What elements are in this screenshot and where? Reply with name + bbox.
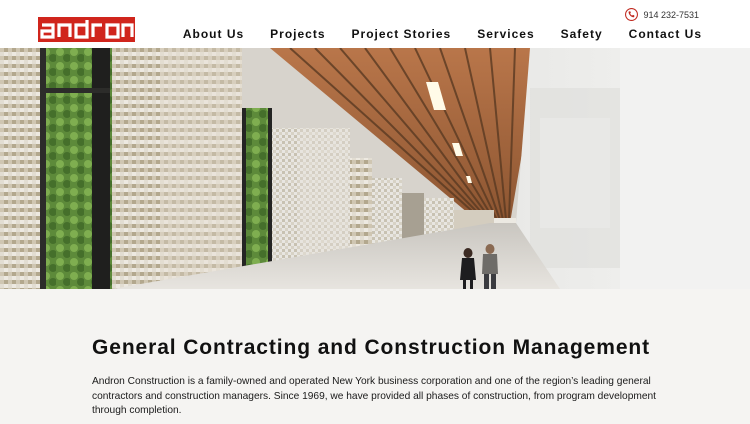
nav-services[interactable]: Services xyxy=(477,27,534,41)
hero-slideshow[interactable] xyxy=(0,48,750,289)
andron-logo[interactable] xyxy=(38,17,135,42)
phone-contact[interactable]: 914 232-7531 xyxy=(625,8,699,21)
nav-about-us[interactable]: About Us xyxy=(183,27,244,41)
main-nav: About Us Projects Project Stories Servic… xyxy=(157,27,702,41)
nav-project-stories[interactable]: Project Stories xyxy=(352,27,452,41)
intro-paragraph: Andron Construction is a family-owned an… xyxy=(92,376,657,416)
nav-safety[interactable]: Safety xyxy=(561,27,603,41)
intro-section: General Contracting and Construction Man… xyxy=(92,336,672,419)
phone-number[interactable]: 914 232-7531 xyxy=(643,10,699,20)
page-heading: General Contracting and Construction Man… xyxy=(92,336,651,359)
site-header: 914 232-7531 About Us Projects Project S… xyxy=(0,0,750,48)
nav-contact-us[interactable]: Contact Us xyxy=(629,27,702,41)
hero-image-corridor xyxy=(0,48,750,289)
nav-projects[interactable]: Projects xyxy=(270,27,325,41)
phone-icon xyxy=(625,8,639,21)
